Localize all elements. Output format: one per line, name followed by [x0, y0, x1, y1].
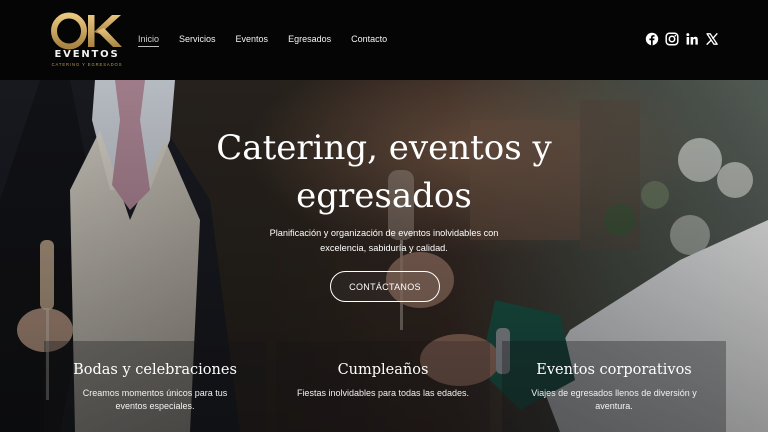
hero-title-line-2: egresados	[296, 176, 472, 216]
service-card-title: Bodas y celebraciones	[73, 362, 237, 378]
logo-wordmark: EVENTOS	[54, 49, 120, 60]
nav-item-servicios[interactable]: Servicios	[179, 33, 216, 47]
service-card-desc: Fiestas inolvidables para todas las edad…	[296, 388, 470, 398]
nav-item-eventos[interactable]: Eventos	[236, 33, 269, 47]
x-icon[interactable]	[705, 32, 719, 46]
service-card-bodas[interactable]: Bodas y celebraciones Creamos momentos ú…	[44, 341, 266, 432]
linkedin-icon[interactable]	[685, 32, 699, 46]
hero-title-line-1: Catering, eventos y	[216, 128, 552, 168]
hero-title: Catering, eventos y egresados	[184, 124, 584, 220]
service-card-desc: Creamos momentos únicos para tus eventos…	[82, 388, 228, 411]
service-card-corporativos[interactable]: Eventos corporativos Viajes de egresados…	[502, 341, 726, 432]
nav-item-inicio[interactable]: Inicio	[138, 33, 160, 47]
nav-item-egresados[interactable]: Egresados	[288, 33, 331, 47]
service-card-cumpleanos[interactable]: Cumpleaños Fiestas inolvidables para tod…	[276, 341, 490, 432]
main-nav: Inicio Servicios Eventos Egresados Conta…	[138, 33, 407, 47]
site-header: EVENTOS CATERING Y EGRESADOS Inicio Serv…	[0, 0, 768, 80]
nav-item-contacto[interactable]: Contacto	[351, 33, 387, 47]
hero-subtitle-line-2: excelencia, sabiduría y calidad.	[320, 243, 448, 253]
instagram-icon[interactable]	[665, 32, 679, 46]
social-links	[645, 32, 725, 46]
hero-section: Catering, eventos y egresados Planificac…	[0, 80, 768, 432]
brand-logo[interactable]: EVENTOS CATERING Y EGRESADOS	[50, 12, 124, 67]
logo-tagline: CATERING Y EGRESADOS	[51, 62, 123, 67]
hero-subtitle: Planificación y organización de eventos …	[234, 226, 534, 256]
service-card-desc: Viajes de egresados llenos de diversión …	[531, 388, 697, 411]
service-card-title: Cumpleaños	[337, 362, 429, 378]
facebook-icon[interactable]	[645, 32, 659, 46]
ok-logo-mark	[51, 12, 122, 50]
contact-cta-button[interactable]: CONTÁCTANOS	[330, 271, 440, 302]
hero-subtitle-line-1: Planificación y organización de eventos …	[269, 228, 499, 238]
service-card-title: Eventos corporativos	[536, 362, 692, 378]
